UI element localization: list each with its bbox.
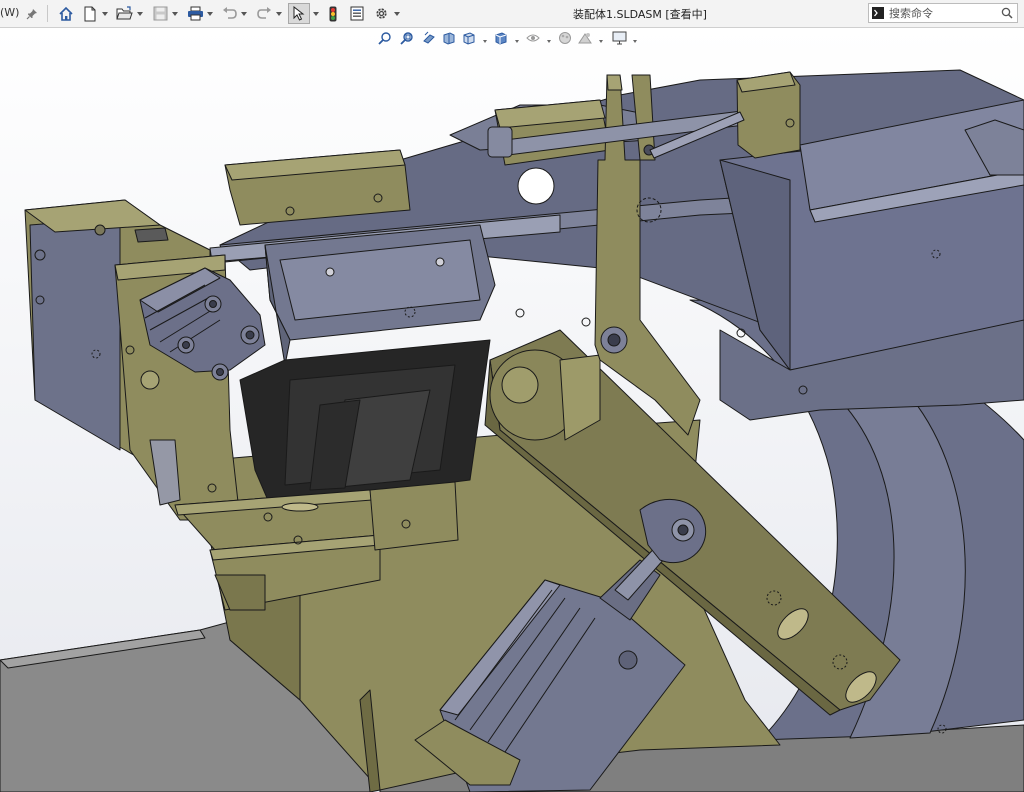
graphics-viewport[interactable] <box>0 28 1024 792</box>
search-icon[interactable] <box>1001 7 1013 19</box>
top-toolbar: (W) 装配体1.SLDASM [查看中] <box>0 0 1024 28</box>
search-input[interactable] <box>889 5 997 21</box>
monitor-icon[interactable] <box>612 31 630 51</box>
rod-end-nut <box>487 126 513 158</box>
open-dropdown-caret[interactable] <box>136 3 144 24</box>
redo-dropdown-caret[interactable] <box>275 3 283 24</box>
frame-hole <box>517 167 555 205</box>
zoom-fit-icon[interactable] <box>378 31 396 51</box>
display-style-caret[interactable] <box>513 31 520 51</box>
open-folder-icon[interactable] <box>114 3 134 24</box>
document-title: 装配体1.SLDASM [查看中] <box>573 8 707 21</box>
view-orientation-caret[interactable] <box>481 31 488 51</box>
home-icon[interactable] <box>56 3 76 24</box>
separator <box>47 5 48 22</box>
save-dropdown-caret[interactable] <box>171 3 179 24</box>
new-document-icon[interactable] <box>80 3 100 24</box>
gear-icon[interactable] <box>371 3 391 24</box>
scene-icon[interactable] <box>578 31 596 51</box>
hide-show-caret[interactable] <box>545 31 552 51</box>
assembly-model[interactable] <box>0 28 1024 792</box>
save-icon[interactable] <box>150 3 170 24</box>
options-dropdown-caret[interactable] <box>393 3 401 24</box>
hide-show-icon[interactable] <box>526 31 544 51</box>
previous-view-icon[interactable] <box>422 31 440 51</box>
display-style-icon[interactable] <box>494 31 512 51</box>
support-block-3 <box>369 481 459 551</box>
heads-up-view-toolbar <box>378 31 648 51</box>
undo-icon[interactable] <box>219 3 239 24</box>
view-orientation-icon[interactable] <box>462 31 480 51</box>
new-dropdown-caret[interactable] <box>101 3 109 24</box>
zoom-area-icon[interactable] <box>400 31 418 51</box>
appearance-icon[interactable] <box>558 31 576 51</box>
window-label: (W) <box>0 6 20 19</box>
section-view-icon[interactable] <box>442 31 460 51</box>
redo-icon[interactable] <box>254 3 274 24</box>
file-properties-icon[interactable] <box>348 3 366 24</box>
pin-icon[interactable] <box>24 3 40 24</box>
printer-icon[interactable] <box>185 3 205 24</box>
command-search-box[interactable] <box>868 3 1018 23</box>
select-dropdown-caret[interactable] <box>312 3 320 24</box>
scene-caret[interactable] <box>597 31 604 51</box>
command-prompt-icon <box>872 7 884 19</box>
view-settings-caret[interactable] <box>631 31 638 51</box>
print-dropdown-caret[interactable] <box>206 3 214 24</box>
cursor-arrow-icon[interactable] <box>288 3 310 24</box>
traffic-light-icon[interactable] <box>325 3 341 24</box>
undo-dropdown-caret[interactable] <box>240 3 248 24</box>
